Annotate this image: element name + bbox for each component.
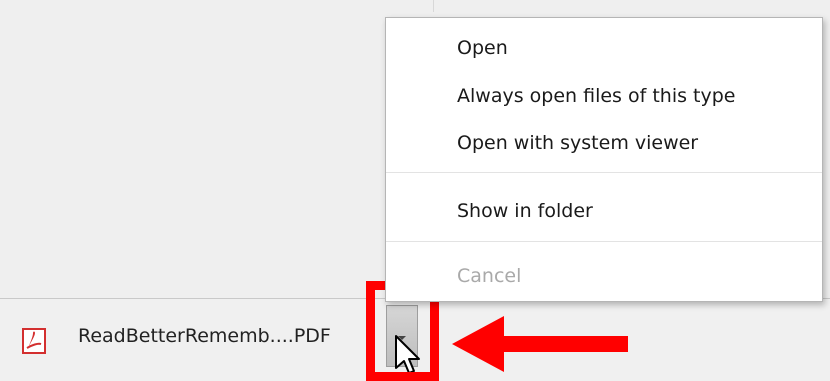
context-menu: Open Always open files of this type Open… xyxy=(385,17,823,302)
menu-item-open-system-viewer[interactable]: Open with system viewer xyxy=(386,123,822,163)
pdf-icon xyxy=(20,327,48,355)
menu-item-always-open[interactable]: Always open files of this type xyxy=(386,76,822,116)
download-item[interactable]: ReadBetterRememb....PDF xyxy=(0,299,388,377)
menu-item-open[interactable]: Open xyxy=(386,28,822,68)
menu-separator xyxy=(386,172,822,173)
download-file-name[interactable]: ReadBetterRememb....PDF xyxy=(78,325,331,347)
menu-separator xyxy=(386,241,822,242)
menu-item-show-in-folder[interactable]: Show in folder xyxy=(386,191,822,231)
menu-item-cancel: Cancel xyxy=(457,265,522,287)
page-divider xyxy=(433,0,434,12)
annotation-arrow-icon xyxy=(452,316,628,372)
